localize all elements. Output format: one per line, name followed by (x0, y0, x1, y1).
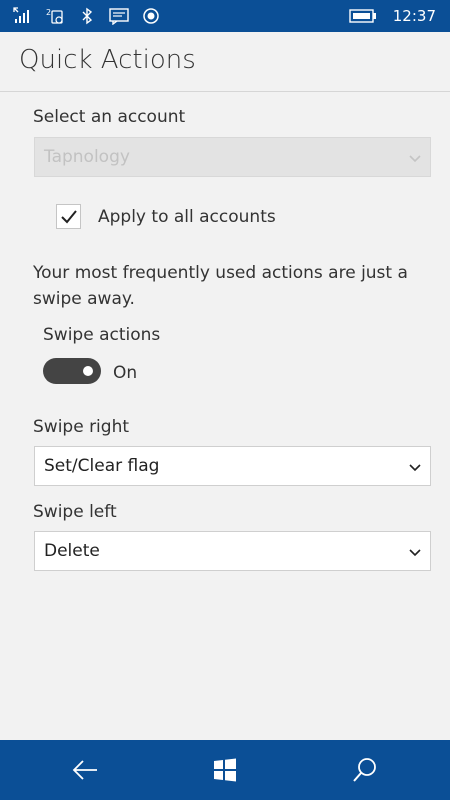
swipe-left-select[interactable]: Delete (34, 531, 431, 571)
svg-text:2: 2 (46, 8, 51, 17)
swipe-left-value: Delete (44, 541, 100, 561)
chevron-down-icon (408, 150, 422, 164)
back-icon (72, 760, 97, 780)
swipe-actions-label: Swipe actions (43, 325, 161, 345)
chevron-down-icon (408, 459, 422, 473)
swipe-right-select[interactable]: Set/Clear flag (34, 446, 431, 486)
swipe-right-label: Swipe right (33, 417, 130, 437)
bluetooth-icon (76, 6, 98, 26)
search-button[interactable] (349, 754, 381, 786)
search-icon (353, 758, 376, 782)
sim-icon: 2 (44, 6, 66, 26)
battery-icon (349, 9, 377, 23)
location-icon (140, 6, 162, 26)
apply-all-checkbox[interactable] (56, 204, 81, 229)
windows-button[interactable] (209, 754, 241, 786)
navigation-bar (0, 740, 450, 800)
swipe-description: Your most frequently used actions are ju… (33, 263, 408, 309)
page-header: Quick Actions (0, 32, 450, 92)
windows-icon (214, 758, 236, 782)
back-button[interactable] (69, 754, 101, 786)
toggle-knob (83, 366, 93, 376)
status-bar: 2 12:37 (0, 0, 450, 32)
swipe-right-value: Set/Clear flag (44, 456, 160, 476)
message-icon (108, 6, 130, 26)
chevron-down-icon (408, 544, 422, 558)
toggle-state-label: On (113, 363, 138, 383)
account-select-value: Tapnology (44, 147, 130, 167)
clock: 12:37 (392, 7, 436, 25)
signal-icon (12, 6, 34, 26)
page-title: Quick Actions (19, 45, 196, 75)
account-label: Select an account (33, 107, 186, 127)
swipe-actions-toggle[interactable] (43, 358, 101, 384)
account-select[interactable]: Tapnology (34, 137, 431, 177)
apply-all-label: Apply to all accounts (98, 207, 276, 227)
checkmark-icon (60, 209, 77, 223)
swipe-left-label: Swipe left (33, 502, 117, 522)
